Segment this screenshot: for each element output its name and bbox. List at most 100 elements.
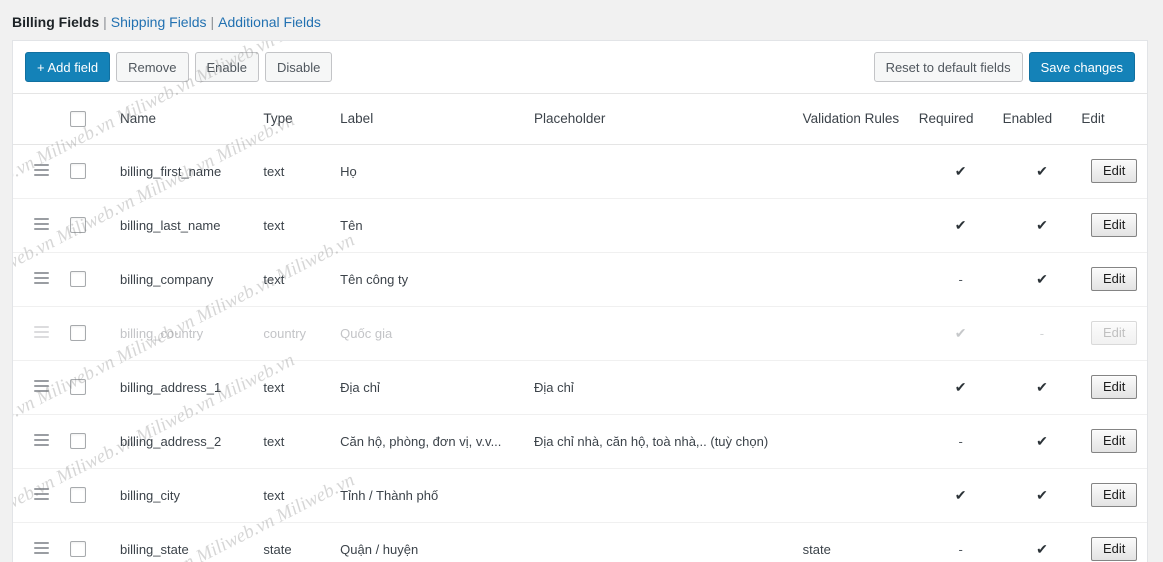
cell-field-label: Căn hộ, phòng, đơn vị, v.v...: [340, 414, 535, 469]
save-changes-button[interactable]: Save changes: [1028, 52, 1135, 82]
row-checkbox[interactable]: [69, 433, 86, 450]
toolbar-left-group: + Add field Remove Enable Disable: [25, 52, 333, 82]
row-select-cell[interactable]: [69, 306, 121, 361]
cell-edit[interactable]: Edit: [1081, 144, 1147, 199]
row-select-cell[interactable]: [69, 360, 121, 415]
cell-validation-rules: [802, 468, 919, 523]
th-name: Name: [120, 94, 264, 145]
row-drag-handle-cell[interactable]: [13, 414, 70, 469]
row-select-cell[interactable]: [69, 414, 121, 469]
row-drag-handle-cell[interactable]: [13, 252, 70, 307]
row-checkbox[interactable]: [69, 271, 86, 288]
row-checkbox[interactable]: [69, 379, 86, 396]
cell-field-name: billing_first_name: [120, 144, 264, 199]
select-all-checkbox[interactable]: [69, 110, 86, 127]
cell-edit[interactable]: Edit: [1081, 252, 1147, 307]
edit-button[interactable]: Edit: [1090, 267, 1138, 291]
cell-field-placeholder: Địa chỉ: [534, 360, 803, 415]
check-mark: ✔: [1036, 432, 1048, 449]
drag-handle-icon[interactable]: [34, 217, 49, 230]
check-mark: ✔: [1036, 540, 1048, 557]
edit-button[interactable]: Edit: [1090, 429, 1138, 453]
th-placeholder: Placeholder: [534, 94, 803, 145]
cell-enabled: ✔: [1002, 360, 1082, 415]
table-row: billing_company text Tên công ty - ✔ Edit: [13, 252, 1147, 307]
cell-field-name: billing_last_name: [120, 198, 264, 253]
cell-required: ✔: [918, 144, 1003, 199]
cell-enabled: ✔: [1002, 522, 1082, 562]
row-checkbox[interactable]: [69, 325, 86, 342]
dash-mark: -: [1039, 325, 1045, 341]
cell-edit[interactable]: Edit: [1081, 360, 1147, 415]
billing-fields-table: Name Type Label Placeholder Validation R…: [13, 94, 1147, 562]
cell-field-placeholder: [534, 252, 803, 307]
tab-billing-fields[interactable]: Billing Fields: [12, 14, 99, 30]
cell-edit[interactable]: Edit: [1081, 522, 1147, 562]
table-row: billing_country country Quốc gia ✔ - Edit: [13, 306, 1147, 361]
row-drag-handle-cell[interactable]: [13, 468, 70, 523]
row-select-cell[interactable]: [69, 198, 121, 253]
drag-handle-icon[interactable]: [34, 379, 49, 392]
cell-edit[interactable]: Edit: [1081, 198, 1147, 253]
cell-field-placeholder: [534, 198, 803, 253]
row-drag-handle-cell[interactable]: [13, 306, 70, 361]
row-select-cell[interactable]: [69, 144, 121, 199]
drag-handle-icon[interactable]: [34, 271, 49, 284]
disable-button[interactable]: Disable: [264, 52, 333, 82]
edit-button[interactable]: Edit: [1090, 537, 1138, 561]
tab-separator-2: |: [210, 14, 215, 30]
drag-handle-icon[interactable]: [34, 433, 49, 446]
cell-required: -: [918, 252, 1003, 307]
enable-button[interactable]: Enable: [194, 52, 259, 82]
dash-mark: -: [958, 541, 963, 557]
cell-edit[interactable]: Edit: [1081, 414, 1147, 469]
row-select-cell[interactable]: [69, 252, 121, 307]
row-checkbox[interactable]: [69, 217, 86, 234]
row-checkbox[interactable]: [69, 487, 86, 504]
cell-enabled: -: [1002, 306, 1082, 361]
row-drag-handle-cell[interactable]: [13, 198, 70, 253]
row-checkbox[interactable]: [69, 163, 86, 180]
edit-button[interactable]: Edit: [1090, 321, 1138, 345]
row-select-cell[interactable]: [69, 522, 121, 562]
cell-field-label: Tỉnh / Thành phố: [340, 468, 535, 523]
remove-button[interactable]: Remove: [116, 52, 189, 82]
add-field-button[interactable]: + Add field: [25, 52, 111, 82]
row-drag-handle-cell[interactable]: [13, 522, 70, 562]
drag-handle-icon[interactable]: [34, 163, 49, 176]
cell-validation-rules: [802, 414, 919, 469]
check-mark: ✔: [954, 216, 967, 233]
cell-field-label: Địa chỉ: [340, 360, 535, 415]
check-mark: ✔: [954, 162, 967, 179]
cell-field-label: Quận / huyện: [340, 522, 535, 562]
row-checkbox[interactable]: [69, 541, 86, 558]
edit-button[interactable]: Edit: [1090, 375, 1138, 399]
drag-handle-icon[interactable]: [34, 541, 49, 554]
drag-handle-icon[interactable]: [34, 487, 49, 500]
fields-panel: + Add field Remove Enable Disable Reset …: [12, 40, 1148, 562]
toolbar-right-group: Reset to default fields Save changes: [873, 52, 1135, 82]
reset-to-default-fields-button[interactable]: Reset to default fields: [873, 52, 1023, 82]
edit-button[interactable]: Edit: [1090, 213, 1138, 237]
row-drag-handle-cell[interactable]: [13, 360, 70, 415]
cell-edit[interactable]: Edit: [1081, 306, 1147, 361]
cell-enabled: ✔: [1002, 198, 1082, 253]
table-row: billing_address_1 text Địa chỉ Địa chỉ ✔ ✔ Edi…: [13, 360, 1147, 415]
cell-field-type: text: [263, 252, 341, 307]
tab-shipping-fields[interactable]: Shipping Fields: [111, 14, 207, 30]
cell-validation-rules: [802, 306, 919, 361]
cell-edit[interactable]: Edit: [1081, 468, 1147, 523]
table-row: billing_first_name text Họ ✔ ✔ Edit: [13, 144, 1147, 199]
edit-button[interactable]: Edit: [1090, 159, 1138, 183]
row-drag-handle-cell[interactable]: [13, 144, 70, 199]
drag-handle-icon[interactable]: [34, 325, 49, 338]
tab-additional-fields[interactable]: Additional Fields: [218, 14, 321, 30]
cell-enabled: ✔: [1002, 144, 1082, 199]
edit-button[interactable]: Edit: [1090, 483, 1138, 507]
table-row: billing_address_2 text Căn hộ, phòng, đơn …: [13, 414, 1147, 469]
cell-validation-rules: [802, 144, 919, 199]
cell-field-name: billing_address_1: [120, 360, 264, 415]
table-body: billing_first_name text Họ ✔ ✔ Edit billing_la…: [13, 144, 1147, 562]
row-select-cell[interactable]: [69, 468, 121, 523]
check-mark: ✔: [1036, 162, 1048, 179]
